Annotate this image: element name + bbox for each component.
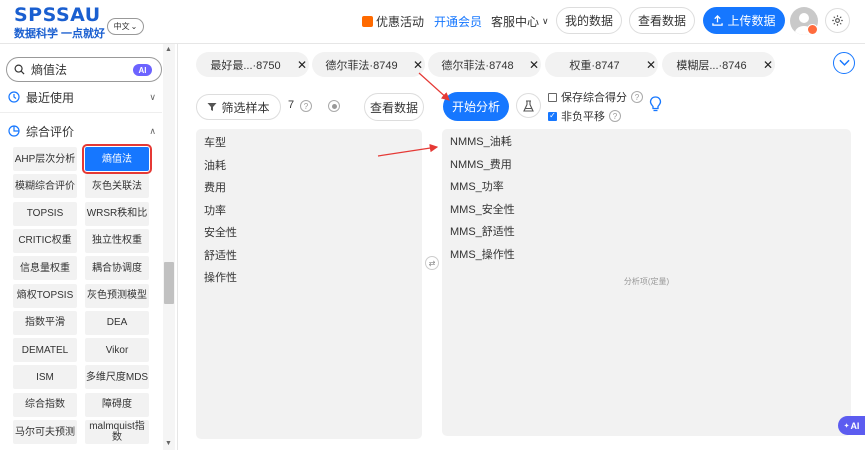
ai-label: AI: [850, 420, 860, 431]
annotation-arrows: [377, 72, 450, 157]
annotation-arrow: [377, 143, 439, 157]
sparkle-icon: ✦: [843, 422, 850, 430]
annotation-arrow: [418, 72, 450, 101]
ai-assistant-button[interactable]: ✦ AI: [838, 416, 865, 435]
